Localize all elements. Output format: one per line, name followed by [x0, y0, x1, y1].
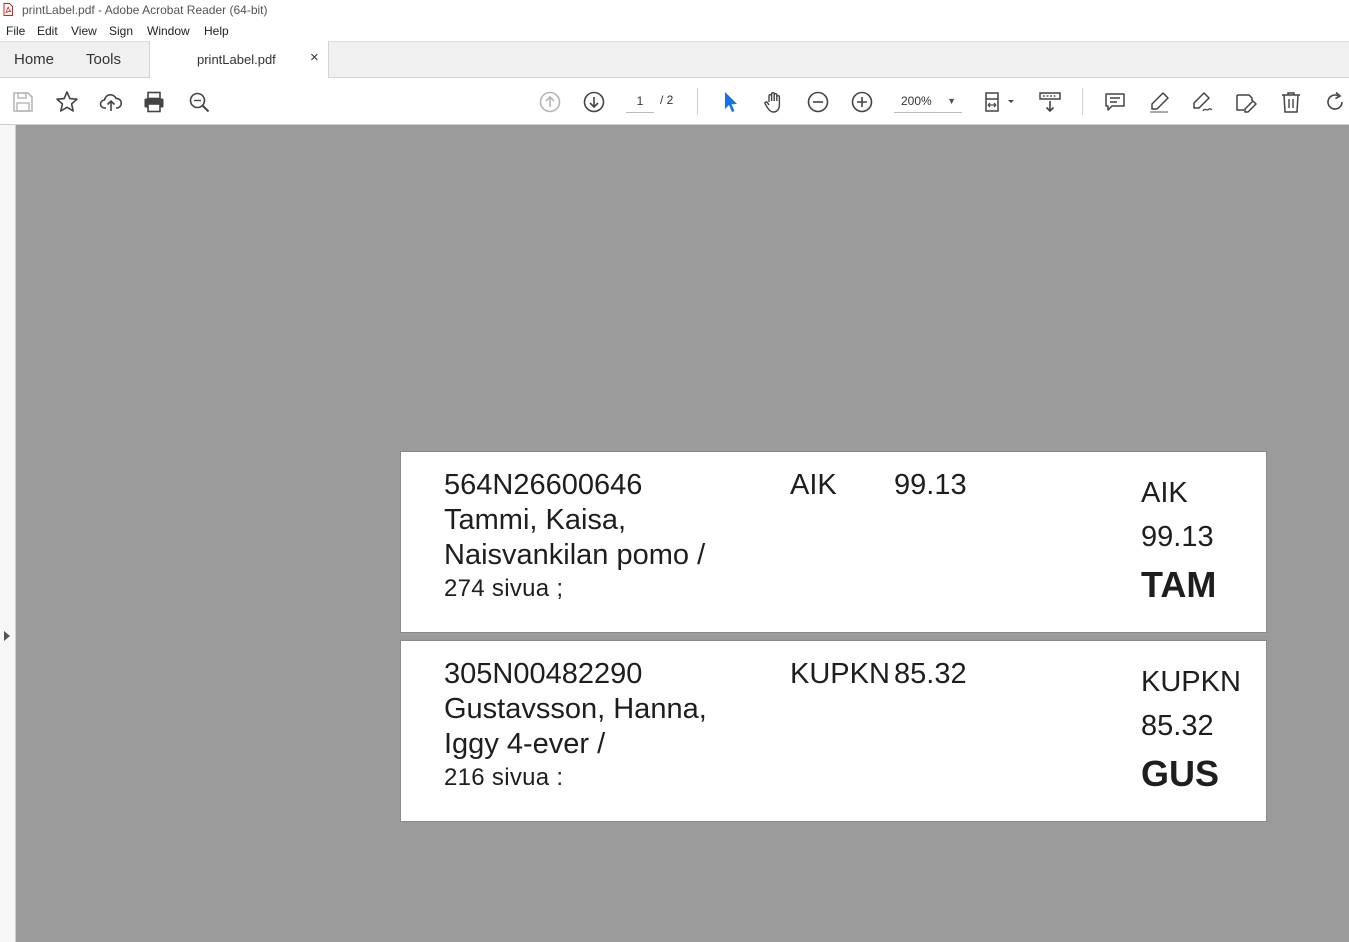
toolbar: 1 / 2 200% ▼ [0, 78, 1349, 125]
label-title: Iggy 4-ever / [444, 728, 606, 760]
scroll-mode-icon[interactable] [1038, 90, 1062, 114]
label-title: Naisvankilan pomo / [444, 539, 706, 571]
save-icon[interactable] [11, 90, 35, 114]
toolbar-divider [697, 88, 698, 115]
comment-icon[interactable] [1103, 90, 1127, 114]
bookmark-star-icon[interactable] [55, 90, 79, 114]
document-viewer[interactable]: 564N26600646 Tammi, Kaisa, Naisvankilan … [16, 125, 1349, 942]
spine-shelf: KUPKN [1141, 666, 1241, 698]
label-author: Tammi, Kaisa, [444, 504, 627, 536]
label-class: 99.13 [894, 469, 967, 501]
label-shelf: KUPKN [790, 658, 890, 690]
tab-tools[interactable]: Tools [86, 51, 121, 68]
print-label-2: 305N00482290 Gustavsson, Hanna, Iggy 4-e… [400, 640, 1267, 822]
spine-shelf: AIK [1141, 477, 1188, 509]
label-item-id: 305N00482290 [444, 658, 643, 690]
menu-help[interactable]: Help [204, 24, 229, 38]
print-icon[interactable] [142, 90, 166, 114]
previous-page-icon[interactable] [538, 90, 562, 114]
rotate-icon[interactable] [1323, 90, 1347, 114]
zoom-level-value: 200% [901, 94, 932, 108]
page-number-input[interactable]: 1 [626, 90, 654, 113]
spine-code: GUS [1141, 753, 1220, 794]
spine-class: 99.13 [1141, 521, 1214, 553]
document-tab-label: printLabel.pdf [197, 52, 276, 67]
menu-file[interactable]: File [6, 24, 25, 38]
acrobat-app-icon [3, 3, 13, 16]
zoom-in-icon[interactable] [850, 90, 874, 114]
label-shelf: AIK [790, 469, 837, 501]
toolbar-divider [1082, 88, 1083, 115]
title-bar: printLabel.pdf - Adobe Acrobat Reader (6… [0, 0, 1349, 20]
window-title: printLabel.pdf - Adobe Acrobat Reader (6… [22, 3, 268, 17]
label-class: 85.32 [894, 658, 967, 690]
spine-class: 85.32 [1141, 710, 1214, 742]
label-item-id: 564N26600646 [444, 469, 643, 501]
hand-tool-icon[interactable] [762, 90, 786, 114]
upload-cloud-icon[interactable] [99, 90, 123, 114]
menu-view[interactable]: View [71, 24, 97, 38]
menu-edit[interactable]: Edit [37, 24, 58, 38]
side-panel-toggle[interactable] [0, 125, 16, 942]
print-label-1: 564N26600646 Tammi, Kaisa, Naisvankilan … [400, 451, 1267, 633]
page-fit-icon[interactable] [982, 90, 1016, 114]
label-pages: 216 sivua : [444, 764, 564, 791]
edit-pdf-icon[interactable] [1234, 90, 1258, 114]
find-zoom-icon[interactable] [187, 90, 211, 114]
menu-window[interactable]: Window [147, 24, 190, 38]
label-pages: 274 sivua ; [444, 575, 564, 602]
menu-bar: File Edit View Sign Window Help [0, 20, 1349, 41]
close-tab-icon[interactable]: × [310, 49, 319, 66]
zoom-level-select[interactable]: 200% ▼ [894, 90, 962, 113]
highlight-pen-icon[interactable] [1147, 90, 1171, 114]
tab-document[interactable]: printLabel.pdf × [149, 41, 329, 78]
tab-bar: Home Tools printLabel.pdf × [0, 41, 1349, 78]
page-total: / 2 [660, 93, 674, 107]
expand-panel-icon[interactable] [4, 631, 10, 641]
delete-trash-icon[interactable] [1279, 90, 1303, 114]
fill-sign-icon[interactable] [1190, 90, 1214, 114]
zoom-out-icon[interactable] [806, 90, 830, 114]
select-cursor-icon[interactable] [718, 90, 742, 114]
next-page-icon[interactable] [582, 90, 606, 114]
chevron-down-icon: ▼ [947, 96, 956, 106]
menu-sign[interactable]: Sign [109, 24, 133, 38]
label-author: Gustavsson, Hanna, [444, 693, 707, 725]
spine-code: TAM [1141, 564, 1217, 605]
tab-home[interactable]: Home [14, 51, 54, 68]
